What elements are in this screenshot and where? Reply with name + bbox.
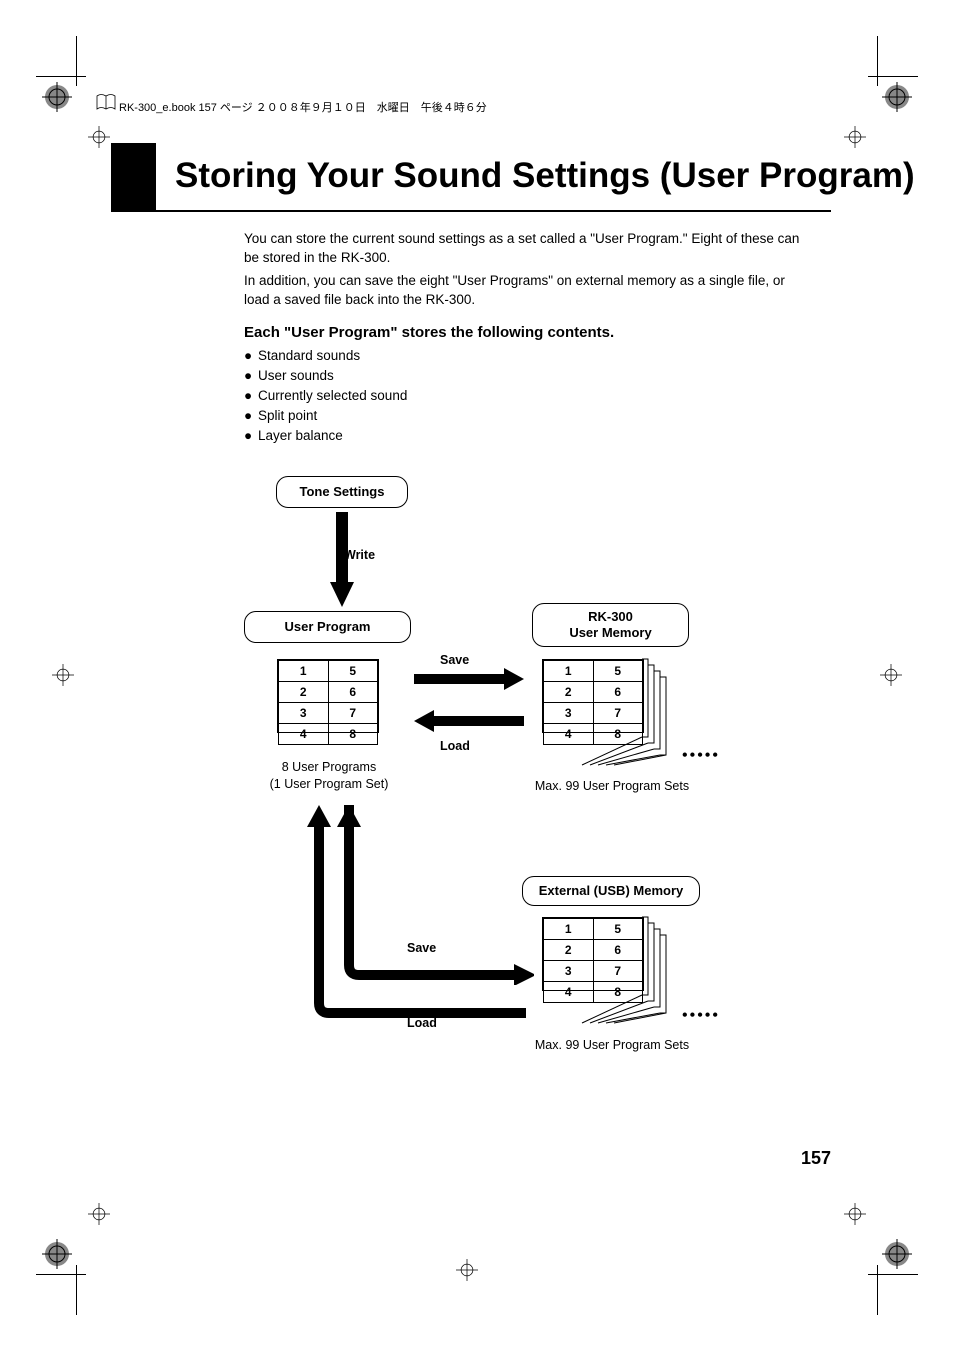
rk300-caption: Max. 99 User Program Sets bbox=[522, 779, 702, 793]
target-mark-icon bbox=[880, 664, 902, 686]
crop-mark bbox=[36, 1274, 86, 1275]
external-grid: 15 26 37 48 bbox=[542, 917, 644, 991]
bullet-list: ●Standard sounds ●User sounds ●Currently… bbox=[244, 348, 407, 448]
target-mark-icon bbox=[844, 1203, 866, 1225]
list-item: ●Layer balance bbox=[244, 428, 407, 443]
page-title: Storing Your Sound Settings (User Progra… bbox=[175, 156, 915, 196]
target-mark-icon bbox=[456, 1259, 478, 1281]
save-arrow-icon bbox=[414, 668, 524, 695]
target-mark-icon bbox=[844, 126, 866, 148]
title-rule bbox=[111, 210, 831, 212]
target-mark-icon bbox=[52, 664, 74, 686]
list-item-text: Currently selected sound bbox=[258, 388, 407, 403]
list-item: ●Split point bbox=[244, 408, 407, 423]
tone-settings-box: Tone Settings bbox=[276, 476, 408, 508]
stack-icon bbox=[642, 659, 682, 770]
rk300-memory-box: RK-300User Memory bbox=[532, 603, 689, 647]
crop-mark bbox=[76, 1265, 77, 1315]
target-mark-icon bbox=[88, 1203, 110, 1225]
intro-paragraph-2: In addition, you can save the eight "Use… bbox=[244, 272, 814, 310]
ellipsis-icon: ••••• bbox=[682, 1007, 720, 1025]
external-memory-box: External (USB) Memory bbox=[522, 876, 700, 906]
user-program-grid: 15 26 37 48 bbox=[277, 659, 379, 733]
crop-mark bbox=[877, 1265, 878, 1315]
external-caption: Max. 99 User Program Sets bbox=[522, 1038, 702, 1052]
load-label: Load bbox=[407, 1016, 437, 1030]
list-item-text: Split point bbox=[258, 408, 317, 423]
list-item-text: Standard sounds bbox=[258, 348, 360, 363]
box-label: External (USB) Memory bbox=[539, 883, 683, 899]
box-label: RK-300User Memory bbox=[569, 609, 651, 640]
crop-mark bbox=[877, 36, 878, 86]
crop-mark bbox=[868, 1274, 918, 1275]
book-icon bbox=[96, 93, 116, 111]
ellipsis-icon: ••••• bbox=[682, 747, 720, 765]
list-item: ●Currently selected sound bbox=[244, 388, 407, 403]
load-arrow-icon bbox=[414, 710, 524, 737]
list-item-text: Layer balance bbox=[258, 428, 343, 443]
user-program-caption: 8 User Programs(1 User Program Set) bbox=[264, 759, 394, 793]
registration-mark-icon bbox=[42, 82, 72, 112]
flow-diagram: Tone Settings Write User Program RK-300U… bbox=[244, 470, 814, 1070]
box-label: Tone Settings bbox=[300, 484, 385, 500]
crop-mark bbox=[36, 76, 86, 77]
registration-mark-icon bbox=[882, 1239, 912, 1269]
user-program-box: User Program bbox=[244, 611, 411, 643]
registration-mark-icon bbox=[42, 1239, 72, 1269]
intro-paragraph-1: You can store the current sound settings… bbox=[244, 230, 814, 268]
crop-mark bbox=[868, 76, 918, 77]
list-item-text: User sounds bbox=[258, 368, 334, 383]
registration-mark-icon bbox=[882, 82, 912, 112]
box-label: User Program bbox=[285, 619, 371, 635]
write-arrow-icon bbox=[330, 512, 354, 612]
list-item: ●User sounds bbox=[244, 368, 407, 383]
rk300-grid: 15 26 37 48 bbox=[542, 659, 644, 733]
page-number: 157 bbox=[801, 1148, 831, 1169]
write-label: Write bbox=[344, 548, 375, 562]
load-label: Load bbox=[440, 739, 470, 753]
target-mark-icon bbox=[88, 126, 110, 148]
list-item: ●Standard sounds bbox=[244, 348, 407, 363]
running-header: RK-300_e.book 157 ページ ２００８年９月１０日 水曜日 午後４… bbox=[119, 99, 487, 115]
save-label: Save bbox=[440, 653, 469, 667]
crop-mark bbox=[76, 36, 77, 86]
load-loop-arrow-icon bbox=[304, 805, 534, 1030]
document-page: RK-300_e.book 157 ページ ２００８年９月１０日 水曜日 午後４… bbox=[0, 0, 954, 1351]
save-label: Save bbox=[407, 941, 436, 955]
stack-icon bbox=[642, 917, 682, 1028]
section-subhead: Each "User Program" stores the following… bbox=[244, 324, 614, 341]
section-tab bbox=[111, 143, 156, 210]
